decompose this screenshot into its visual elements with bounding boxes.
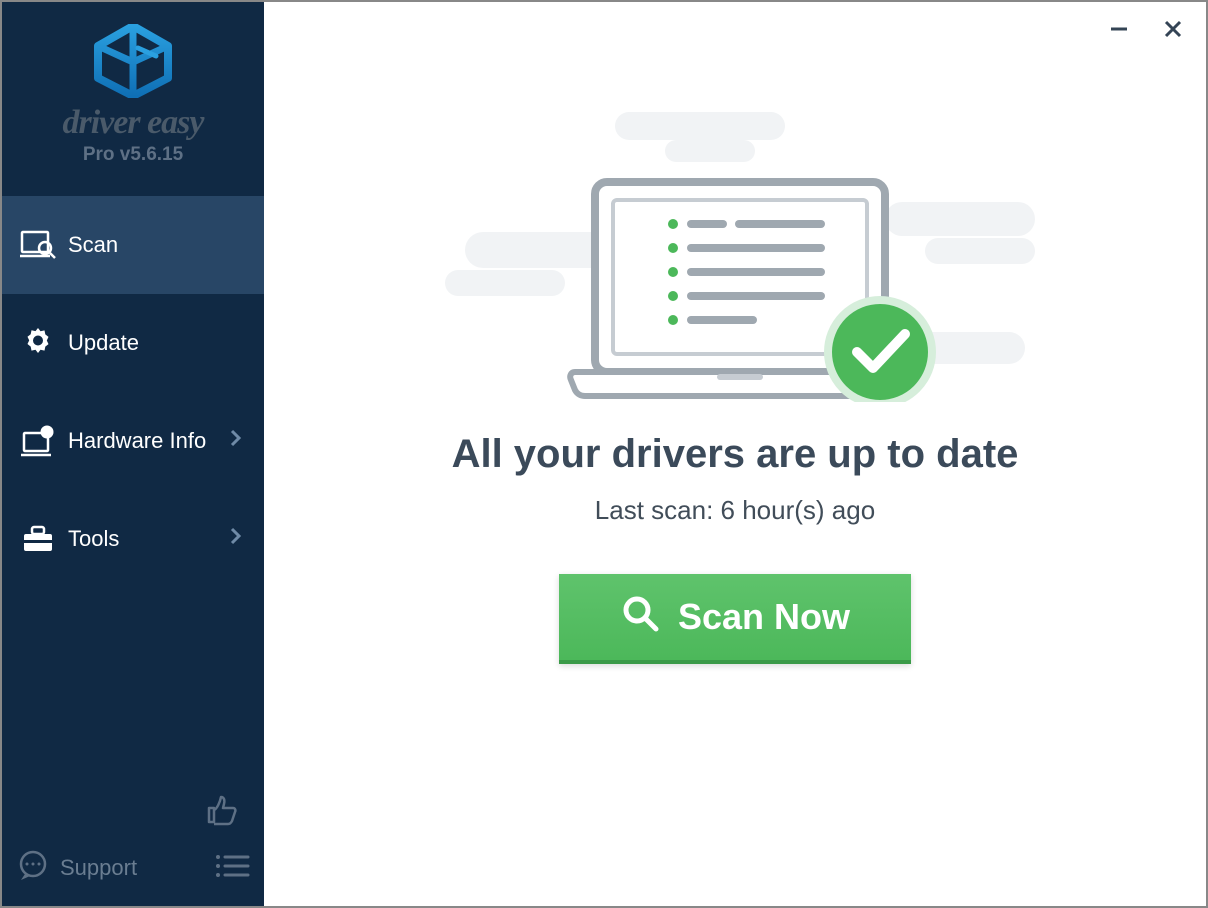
- content: All your drivers are up to date Last sca…: [264, 2, 1206, 664]
- sidebar-item-update[interactable]: Update: [2, 294, 264, 392]
- sidebar-item-tools[interactable]: Tools: [2, 490, 264, 588]
- chat-icon[interactable]: [16, 850, 50, 887]
- toolbox-icon: [16, 524, 60, 554]
- close-button[interactable]: [1160, 16, 1186, 42]
- scan-now-button[interactable]: Scan Now: [559, 574, 911, 664]
- cube-logo-icon: [2, 24, 264, 98]
- window-controls: [1106, 16, 1186, 42]
- sidebar-item-label: Update: [68, 330, 248, 356]
- main-panel: All your drivers are up to date Last sca…: [264, 2, 1206, 906]
- last-scan-label: Last scan: 6 hour(s) ago: [595, 495, 875, 526]
- sidebar-item-hardware-info[interactable]: i Hardware Info: [2, 392, 264, 490]
- thumbs-up-icon[interactable]: [206, 793, 240, 832]
- support-label[interactable]: Support: [60, 855, 214, 881]
- logo-block: driver easy Pro v5.6.15: [2, 2, 264, 184]
- svg-text:i: i: [46, 428, 49, 439]
- version-label: Pro v5.6.15: [2, 144, 264, 166]
- sidebar-bottom: Support: [2, 787, 264, 906]
- scan-now-label: Scan Now: [678, 596, 850, 638]
- sidebar-item-label: Hardware Info: [68, 428, 230, 454]
- sidebar-item-scan[interactable]: Scan: [2, 196, 264, 294]
- sidebar: driver easy Pro v5.6.15 Scan: [2, 2, 264, 906]
- brand-name: driver easy: [2, 104, 264, 142]
- laptop-illustration: [425, 102, 1045, 402]
- minimize-button[interactable]: [1106, 16, 1132, 42]
- app-window: driver easy Pro v5.6.15 Scan: [0, 0, 1208, 908]
- status-headline: All your drivers are up to date: [452, 432, 1019, 477]
- sidebar-item-label: Tools: [68, 526, 230, 552]
- scan-icon: [16, 230, 60, 260]
- search-icon: [620, 593, 660, 642]
- chevron-right-icon: [230, 527, 248, 551]
- sidebar-item-label: Scan: [68, 232, 248, 258]
- chevron-right-icon: [230, 429, 248, 453]
- list-menu-icon[interactable]: [214, 853, 250, 884]
- nav: Scan Update i: [2, 196, 264, 588]
- gear-icon: [16, 326, 60, 360]
- hardware-icon: i: [16, 425, 60, 457]
